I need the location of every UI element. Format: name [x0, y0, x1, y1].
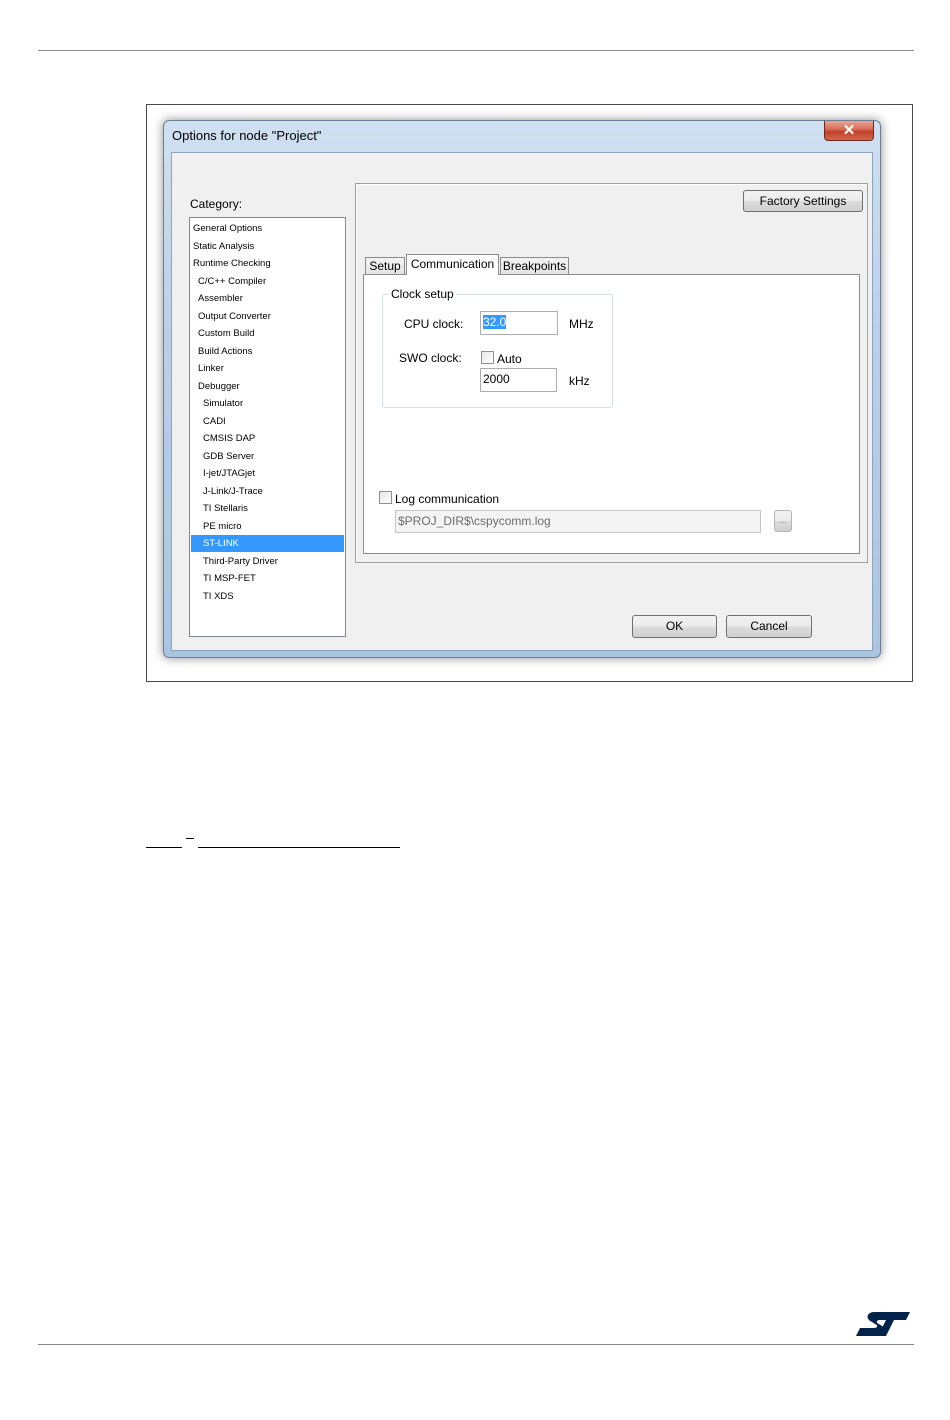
- category-item[interactable]: Third-Party Driver: [191, 553, 344, 570]
- category-item[interactable]: Output Converter: [191, 308, 344, 325]
- category-item[interactable]: GDB Server: [191, 448, 344, 465]
- category-item[interactable]: CMSIS DAP: [191, 430, 344, 447]
- factory-settings-button[interactable]: Factory Settings: [743, 190, 863, 212]
- tab-communication[interactable]: Communication: [406, 254, 499, 275]
- category-list[interactable]: General Options Static Analysis Runtime Ch…: [189, 217, 346, 637]
- caption-underline-mark: [186, 838, 194, 839]
- log-communication-label: Log communication: [395, 492, 500, 506]
- category-item[interactable]: Runtime Checking: [191, 255, 344, 272]
- tab-setup[interactable]: Setup: [365, 257, 405, 275]
- category-item[interactable]: C/C++ Compiler: [191, 273, 344, 290]
- footer-rule: [38, 1344, 914, 1345]
- cancel-button[interactable]: Cancel: [726, 615, 812, 638]
- ok-button[interactable]: OK: [632, 615, 717, 638]
- options-panel: Factory Settings Setup Communication Bre…: [355, 183, 868, 563]
- swo-clock-input[interactable]: 2000: [480, 368, 557, 392]
- st-logo-icon: [856, 1312, 910, 1336]
- header-rule: [38, 50, 914, 51]
- log-path-browse-button[interactable]: ...: [774, 510, 792, 532]
- clock-setup-group: Clock setup CPU clock: 32.0 MHz SWO cloc…: [382, 287, 613, 408]
- log-path-input[interactable]: $PROJ_DIR$\cspycomm.log: [395, 510, 761, 533]
- cpu-clock-value: 32.0: [483, 315, 507, 329]
- category-item[interactable]: TI XDS: [191, 588, 344, 605]
- close-button[interactable]: ✕: [824, 121, 874, 141]
- caption-underline-right: [198, 847, 400, 848]
- clock-setup-title: Clock setup: [389, 287, 456, 301]
- dialog-client-area: Category: General Options Static Analysis…: [171, 152, 873, 651]
- log-communication-checkbox[interactable]: [379, 491, 392, 504]
- communication-tab-page: Clock setup CPU clock: 32.0 MHz SWO cloc…: [363, 274, 860, 554]
- close-icon: ✕: [842, 122, 856, 139]
- category-item[interactable]: Custom Build: [191, 325, 344, 342]
- swo-clock-label: SWO clock:: [399, 351, 462, 365]
- category-label: Category:: [190, 197, 243, 211]
- category-item[interactable]: CADI: [191, 413, 344, 430]
- category-item[interactable]: General Options: [191, 220, 344, 237]
- options-dialog: Options for node "Project" ✕ Category: G…: [163, 120, 881, 658]
- category-item[interactable]: Debugger: [191, 378, 344, 395]
- caption-underline-left: [146, 847, 182, 848]
- cpu-clock-input[interactable]: 32.0: [480, 311, 558, 335]
- category-item[interactable]: Static Analysis: [191, 238, 344, 255]
- cpu-clock-label: CPU clock:: [404, 317, 464, 331]
- category-item[interactable]: I-jet/JTAGjet: [191, 465, 344, 482]
- category-item[interactable]: Linker: [191, 360, 344, 377]
- category-item[interactable]: ST-LINK: [191, 535, 344, 552]
- swo-clock-unit: kHz: [569, 374, 590, 388]
- category-item[interactable]: J-Link/J-Trace: [191, 483, 344, 500]
- swo-auto-label: Auto: [497, 352, 522, 366]
- swo-auto-checkbox[interactable]: [481, 351, 494, 364]
- category-item[interactable]: Assembler: [191, 290, 344, 307]
- category-item[interactable]: TI MSP-FET: [191, 570, 344, 587]
- dialog-title: Options for node "Project": [172, 128, 322, 143]
- category-item[interactable]: Simulator: [191, 395, 344, 412]
- tab-breakpoints[interactable]: Breakpoints: [500, 257, 569, 275]
- category-item[interactable]: TI Stellaris: [191, 500, 344, 517]
- cpu-clock-unit: MHz: [569, 317, 594, 331]
- category-item[interactable]: PE micro: [191, 518, 344, 535]
- category-item[interactable]: Build Actions: [191, 343, 344, 360]
